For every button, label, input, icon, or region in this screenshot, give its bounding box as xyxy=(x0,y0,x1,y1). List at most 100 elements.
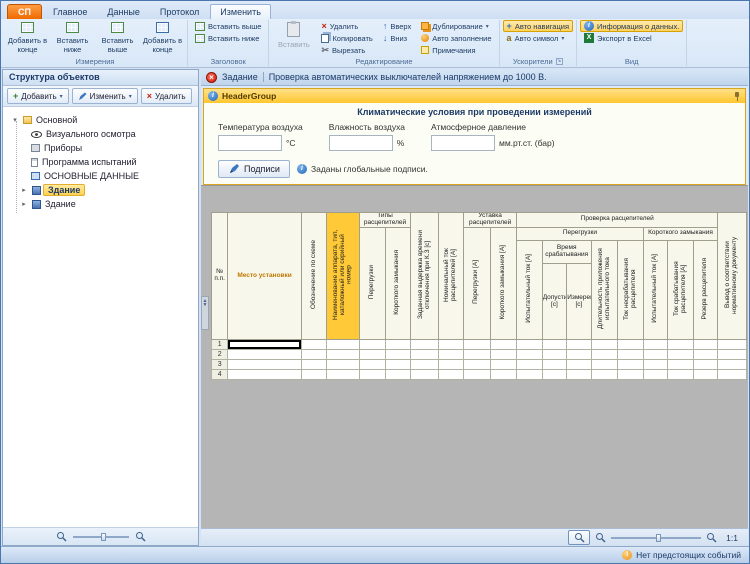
temperature-input[interactable] xyxy=(218,135,282,151)
col-sc-reserve[interactable]: Резерв расцепителя xyxy=(692,239,719,341)
sidebar-zoom-bar xyxy=(3,527,198,545)
add-end-blue-button[interactable]: Добавить в конце xyxy=(141,20,184,56)
row-number[interactable]: 4 xyxy=(210,369,229,381)
expander-icon[interactable]: ▸ xyxy=(20,200,28,208)
signatures-button[interactable]: Подписи xyxy=(218,160,290,178)
pen-icon xyxy=(230,164,239,173)
tree-item-pribory[interactable]: Приборы xyxy=(3,141,198,155)
delete-button[interactable]: × Удалить xyxy=(317,20,376,32)
selected-cell[interactable] xyxy=(227,339,302,351)
duplicate-button[interactable]: Дублирование ▾ xyxy=(417,20,495,32)
autofill-button[interactable]: Авто заполнение xyxy=(417,32,495,44)
export-excel-button[interactable]: X Экспорт в Excel xyxy=(580,32,683,44)
zoom-tool-button[interactable] xyxy=(568,530,591,545)
col-group-check[interactable]: Проверка расцепителей xyxy=(516,212,719,228)
status-message[interactable]: Нет предстоящих событий xyxy=(636,550,741,560)
tree-item-test-program[interactable]: Программа испытаний xyxy=(3,155,198,169)
document-tab[interactable]: Задание xyxy=(222,72,258,82)
excel-icon: X xyxy=(584,33,595,43)
col-place[interactable]: Место установки xyxy=(227,211,302,341)
tree-add-button[interactable]: + Добавить ▾ xyxy=(7,88,69,104)
col-group-check-overload[interactable]: Перегрузки xyxy=(516,226,644,241)
panel-title: Структура объектов xyxy=(3,70,198,86)
col-sc-trip-current[interactable]: Ток срабатывания расцепителя [А] xyxy=(667,239,694,341)
col-delay[interactable]: Заданная выдержка времени отключения при… xyxy=(410,211,439,341)
auto-navigation-toggle[interactable]: + Авто навигация xyxy=(502,20,574,32)
col-duration[interactable]: Длительность приложения испытательного т… xyxy=(590,239,619,341)
col-conclusion[interactable]: Вывод о соответствии нормативному докуме… xyxy=(717,211,747,341)
add-measurement-end-button[interactable]: Добавить в конце xyxy=(6,20,49,56)
copy-icon xyxy=(321,33,330,43)
header-insert-below-button[interactable]: Вставить ниже xyxy=(191,32,265,44)
dialog-launcher-icon[interactable]: ↘ xyxy=(555,57,563,65)
col-types-short[interactable]: Короткого замыкания xyxy=(384,226,412,341)
slider-thumb[interactable] xyxy=(656,533,662,542)
group-measurements: Добавить в конце Вставить ниже Вставить … xyxy=(3,20,188,66)
pressure-input[interactable] xyxy=(430,135,495,151)
tab-izmenit[interactable]: Изменить xyxy=(210,4,271,19)
document-title: Проверка автоматических выключателей нап… xyxy=(268,72,547,82)
zoom-out-icon[interactable] xyxy=(595,532,606,543)
slider-thumb[interactable] xyxy=(100,532,106,541)
move-down-button[interactable]: ↓ Вниз xyxy=(379,32,415,44)
move-up-button[interactable]: ↑ Вверх xyxy=(379,20,415,32)
worksheet-zoom-slider[interactable] xyxy=(611,533,702,542)
col-group-setting[interactable]: Уставка расцепителей xyxy=(463,212,518,228)
col-no-trip-current[interactable]: Ток несрабатывания расцепителя xyxy=(617,239,644,341)
auto-symbol-button[interactable]: a Авто символ ▾ xyxy=(503,32,573,44)
tab-glavnoe[interactable]: Главное xyxy=(44,5,96,19)
pin-icon[interactable] xyxy=(732,91,741,101)
cut-button[interactable]: ✂ Вырезать xyxy=(317,44,376,56)
tree-edit-button[interactable]: Изменить ▾ xyxy=(71,88,138,104)
col-num[interactable]: № п.п. xyxy=(210,211,229,341)
row-number[interactable]: 3 xyxy=(210,359,229,371)
expander-icon[interactable]: ▸ xyxy=(20,186,28,194)
tree-item-main-data[interactable]: ОСНОВНЫЕ ДАННЫЕ xyxy=(3,169,198,183)
status-bar: ! Нет предстоящих событий xyxy=(1,546,749,563)
col-types-overload[interactable]: Перегрузки xyxy=(359,226,386,341)
col-group-types[interactable]: Типы расцепителей xyxy=(358,212,412,228)
expander-icon[interactable]: ▾ xyxy=(11,116,19,124)
col-nominal[interactable]: Номинальный ток расцепителей [А] xyxy=(437,211,465,341)
data-info-toggle[interactable]: i Информация о данных. xyxy=(580,20,684,32)
row-number[interactable]: 2 xyxy=(210,349,229,361)
tree-item-osnovnoy[interactable]: ▾ Основной xyxy=(3,113,198,127)
tree-delete-button[interactable]: × Удалить xyxy=(140,88,192,104)
zoom-out-icon[interactable] xyxy=(56,531,67,542)
tree-item-zdanie-2[interactable]: ▸ Здание xyxy=(3,197,198,211)
header-insert-above-button[interactable]: Вставить выше xyxy=(191,20,265,32)
vertical-scrollbar[interactable]: ▲ ▼ xyxy=(201,296,209,330)
col-name[interactable]: Наименование аппарата, тип, каталожный и… xyxy=(326,211,360,341)
col-setting-short[interactable]: Короткого замыкания [А] xyxy=(489,226,518,341)
measurements-table: № п.п. Место установки Обозначение по сх… xyxy=(210,211,747,381)
row-number[interactable]: 1 xyxy=(210,339,229,351)
paste-button[interactable]: Вставить xyxy=(272,20,315,51)
humidity-input[interactable] xyxy=(328,135,393,151)
header-insert-above-icon xyxy=(195,21,205,31)
insert-measurement-below-button[interactable]: Вставить ниже xyxy=(51,20,94,56)
tab-dannye[interactable]: Данные xyxy=(98,5,149,19)
col-sc-test-current[interactable]: Испытательный ток [А] xyxy=(642,239,669,341)
notes-button[interactable]: Примечания xyxy=(417,44,495,56)
close-document-icon[interactable]: × xyxy=(206,71,217,83)
col-setting-overload[interactable]: Перегрузки [А] xyxy=(463,226,491,341)
group-editing: Вставить × Удалить Копировать ✂ Вырезать… xyxy=(269,20,500,66)
col-group-check-short[interactable]: Короткого замыкания xyxy=(642,226,719,241)
col-group-trip-time[interactable]: Время срабатывания xyxy=(541,239,592,265)
sidebar-zoom-slider[interactable] xyxy=(72,532,129,541)
copy-button[interactable]: Копировать xyxy=(317,32,376,44)
col-test-current[interactable]: Испытательный ток [А] xyxy=(516,239,543,341)
header-group-titlebar[interactable]: i HeaderGroup xyxy=(204,89,745,103)
tab-protokol[interactable]: Протокол xyxy=(151,5,208,19)
group-label-editing: Редактирование xyxy=(355,56,413,66)
zoom-in-icon[interactable] xyxy=(135,531,146,542)
col-trip-time-measured[interactable]: Измеренное [с] xyxy=(566,263,592,341)
delete-icon: × xyxy=(321,21,327,31)
col-trip-time-allowed[interactable]: Допустимое [с] xyxy=(541,263,568,341)
zoom-in-icon[interactable] xyxy=(706,532,717,543)
tree-item-zdanie-selected[interactable]: ▸ Здание xyxy=(3,183,198,197)
col-designation[interactable]: Обозначение по схеме xyxy=(300,211,328,341)
app-menu-button[interactable]: СП xyxy=(7,4,42,19)
tree-item-visual-inspection[interactable]: Визуального осмотра xyxy=(3,127,198,141)
insert-measurement-above-button[interactable]: Вставить выше xyxy=(96,20,139,56)
